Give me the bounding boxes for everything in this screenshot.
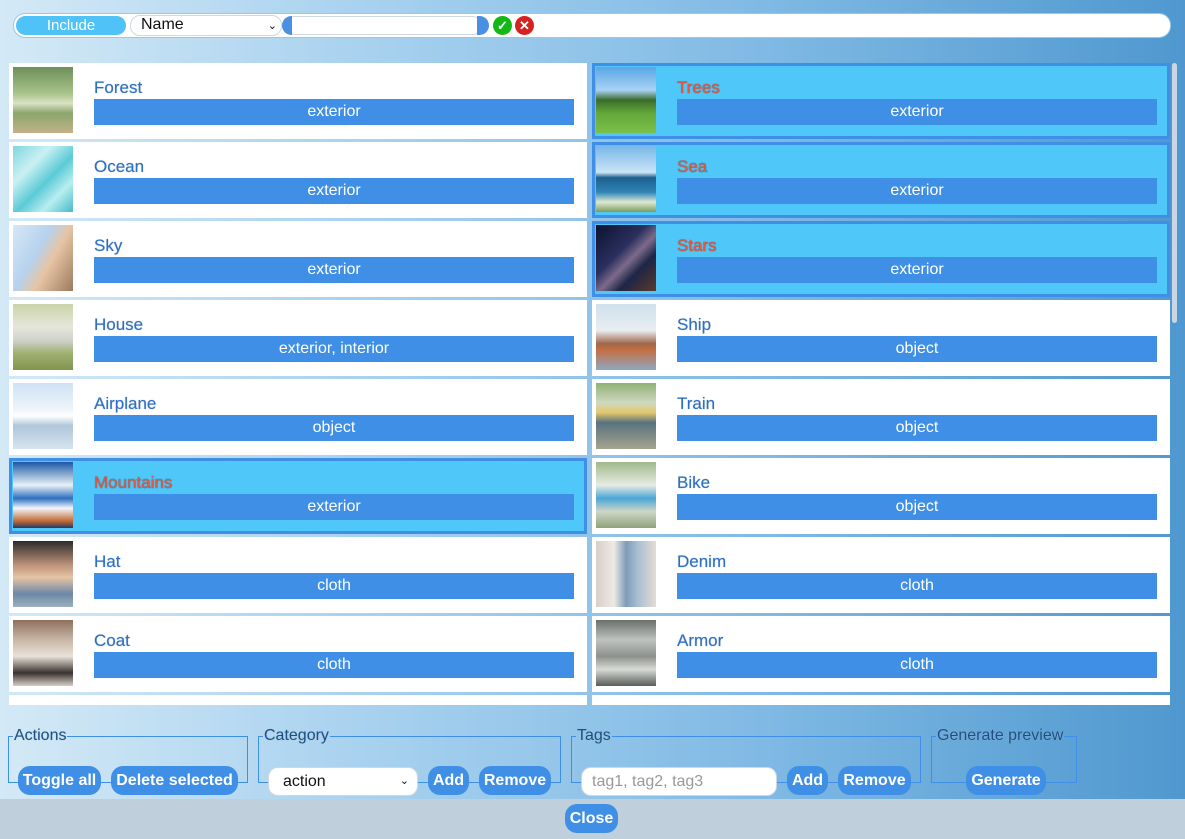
item-name: Sky <box>94 236 123 255</box>
thumbnail-image <box>596 620 656 686</box>
category-remove-button[interactable]: Remove <box>479 766 551 795</box>
list-item[interactable]: Denim cloth <box>592 537 1170 613</box>
list-item[interactable]: Sky exterior <box>9 221 587 297</box>
item-name: Forest <box>94 78 143 97</box>
item-name: Mountains <box>94 473 173 492</box>
item-name: Denim <box>677 552 727 571</box>
category-select-value: action <box>283 773 326 790</box>
chevron-down-icon: ⌄ <box>267 20 277 32</box>
tags-input[interactable]: tag1, tag2, tag3 <box>581 767 777 796</box>
item-name: Stars <box>677 236 717 255</box>
item-tags: object <box>677 415 1157 441</box>
actions-legend: Actions <box>14 727 67 744</box>
item-tags: exterior <box>677 257 1157 283</box>
list-item[interactable]: Trees exterior <box>592 63 1170 139</box>
item-name: Trees <box>677 78 720 97</box>
item-grid: Forest exterior Trees exterior Ocean exterior… <box>9 63 1172 705</box>
thumbnail-image <box>13 304 73 370</box>
item-tags: exterior <box>94 494 574 520</box>
toggle-all-button[interactable]: Toggle all <box>18 766 101 795</box>
thumbnail-image <box>596 67 656 133</box>
filter-field-value: Name <box>141 16 184 33</box>
category-legend: Category <box>264 727 329 744</box>
item-tags: exterior, interior <box>94 336 574 362</box>
item-tags: cloth <box>677 573 1157 599</box>
thumbnail-image <box>13 462 73 528</box>
partial-row-right <box>592 695 1170 705</box>
category-select[interactable]: action ⌄ <box>268 767 418 796</box>
list-item[interactable]: Coat cloth <box>9 616 587 692</box>
item-tags: exterior <box>677 99 1157 125</box>
item-name: Sea <box>677 157 708 176</box>
partial-row-left <box>9 695 587 705</box>
item-name: Bike <box>677 473 711 492</box>
item-tags: cloth <box>677 652 1157 678</box>
tags-panel: Tags tag1, tag2, tag3 Add Remove <box>571 727 921 796</box>
item-tags: exterior <box>94 178 574 204</box>
filter-value-input[interactable] <box>282 16 489 35</box>
item-name: Coat <box>94 631 130 650</box>
item-name: Ship <box>677 315 712 334</box>
thumbnail-image <box>596 541 656 607</box>
list-item[interactable]: Hat cloth <box>9 537 587 613</box>
item-tags: exterior <box>94 99 574 125</box>
item-tags: exterior <box>677 178 1157 204</box>
item-name: Hat <box>94 552 121 571</box>
list-item[interactable]: Stars exterior <box>592 221 1170 297</box>
item-tags: exterior <box>94 257 574 283</box>
filter-bar: Include Name ⌄ ✓ ✕ <box>13 13 1171 38</box>
category-panel: Category action ⌄ Add Remove <box>258 727 561 796</box>
thumbnail-image <box>596 146 656 212</box>
tags-add-button[interactable]: Add <box>787 766 828 795</box>
thumbnail-image <box>596 225 656 291</box>
close-button[interactable]: Close <box>565 804 618 833</box>
thumbnail-image <box>596 383 656 449</box>
tags-remove-button[interactable]: Remove <box>838 766 911 795</box>
list-item[interactable]: Armor cloth <box>592 616 1170 692</box>
delete-selected-button[interactable]: Delete selected <box>111 766 238 795</box>
list-item[interactable]: House exterior, interior <box>9 300 587 376</box>
thumbnail-image <box>596 304 656 370</box>
thumbnail-image <box>13 541 73 607</box>
actions-panel: Actions Toggle all Delete selected <box>8 727 248 795</box>
item-tags: cloth <box>94 652 574 678</box>
chevron-down-icon: ⌄ <box>399 775 409 787</box>
list-item[interactable]: Ship object <box>592 300 1170 376</box>
thumbnail-image <box>13 225 73 291</box>
list-item[interactable]: Sea exterior <box>592 142 1170 218</box>
list-item[interactable]: Ocean exterior <box>9 142 587 218</box>
thumbnail-image <box>13 383 73 449</box>
scrollbar[interactable] <box>1172 63 1177 323</box>
thumbnail-image <box>13 67 73 133</box>
thumbnail-image <box>13 146 73 212</box>
item-name: Train <box>677 394 716 413</box>
item-tags: object <box>677 336 1157 362</box>
include-exclude-toggle[interactable]: Include <box>16 16 132 35</box>
category-add-button[interactable]: Add <box>428 766 469 795</box>
item-tags: cloth <box>94 573 574 599</box>
thumbnail-image <box>596 462 656 528</box>
clear-filter-x-icon[interactable]: ✕ <box>515 16 534 35</box>
thumbnail-image <box>13 620 73 686</box>
list-item[interactable]: Bike object <box>592 458 1170 534</box>
apply-filter-check-icon[interactable]: ✓ <box>493 16 512 35</box>
list-item[interactable]: Airplane object <box>9 379 587 455</box>
item-tags: object <box>677 494 1157 520</box>
item-name: House <box>94 315 144 334</box>
list-item[interactable]: Forest exterior <box>9 63 587 139</box>
list-item[interactable]: Train object <box>592 379 1170 455</box>
generate-preview-panel: Generate preview Generate <box>931 727 1077 795</box>
filter-field-select[interactable]: Name ⌄ <box>130 15 282 36</box>
tags-legend: Tags <box>577 727 611 744</box>
item-name: Airplane <box>94 394 157 413</box>
item-name: Ocean <box>94 157 145 176</box>
item-tags: object <box>94 415 574 441</box>
generate-preview-legend: Generate preview <box>937 727 1064 744</box>
list-item[interactable]: Mountains exterior <box>9 458 587 534</box>
generate-button[interactable]: Generate <box>966 766 1046 795</box>
item-name: Armor <box>677 631 724 650</box>
